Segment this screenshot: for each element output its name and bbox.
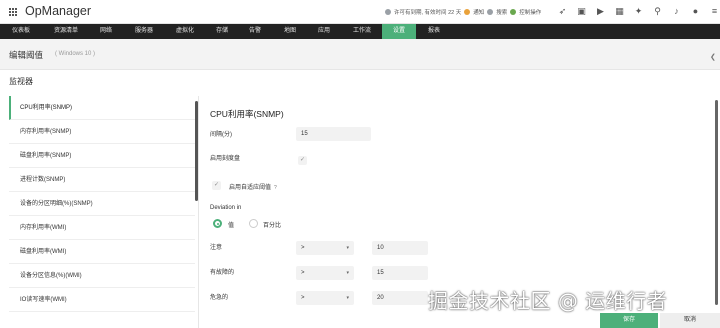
page-title: 编辑阈值 <box>9 50 44 60</box>
monitor-item-memory-wmi[interactable]: 内存利用率(WMI) <box>9 216 195 240</box>
nav-network[interactable]: 网络 <box>92 24 120 39</box>
critical-value-field[interactable]: 20 <box>372 291 428 305</box>
bell-icon[interactable]: ♪ <box>670 5 683 18</box>
monitor-item-cpu-snmp[interactable]: CPU利用率(SNMP) <box>9 96 195 120</box>
nav-alarms[interactable]: 告警 <box>241 24 269 39</box>
radio-percent[interactable] <box>249 219 258 228</box>
nav-virtualization[interactable]: 虚拟化 <box>168 24 202 39</box>
adaptive-threshold-text: 启用自适应阈值 <box>229 185 272 191</box>
user-icon[interactable]: ● <box>689 5 702 18</box>
top-icons: ➶ ▣ ▶ ▦ ✦ ⚲ ♪ ● ≡ <box>556 5 720 18</box>
monitor-item-disk-wmi[interactable]: 磁盘利用率(WMI) <box>9 240 195 264</box>
radio-value-label: 值 <box>228 223 235 229</box>
nav-settings[interactable]: 设置 <box>382 24 416 39</box>
attention-value-field[interactable]: 10 <box>372 241 428 255</box>
interval-label: 间隔(分) <box>210 132 232 138</box>
page-subtitle: ( Windows 10 ) <box>55 51 96 57</box>
nav-apps[interactable]: 应用 <box>310 24 338 39</box>
monitor-item-memory-snmp[interactable]: 内存利用率(SNMP) <box>9 120 195 144</box>
save-button[interactable]: 保存 <box>600 313 658 328</box>
adaptive-threshold-label: 启用自适应阈值? <box>229 182 277 191</box>
top-bar: OpManager 许可有到期, 有效时间 22 天 通知 搜索 控制操作 ➶ … <box>0 0 720 24</box>
app-grid-icon[interactable] <box>9 8 17 16</box>
monitor-item-partition-snmp[interactable]: 设备的分区明细(%)(SNMP) <box>9 192 195 216</box>
form-title: CPU利用率(SNMP) <box>210 109 284 119</box>
monitor-item-io-wmi[interactable]: IO读写速率(WMI) <box>9 288 195 312</box>
search-small-icon <box>487 9 494 15</box>
alerts-link[interactable]: 通知 <box>473 8 484 16</box>
critical-operator-value: > <box>301 295 305 301</box>
chevron-down-icon: ▾ <box>346 270 349 276</box>
top-info: 许可有到期, 有效时间 22 天 通知 搜索 控制操作 <box>385 8 541 16</box>
adaptive-threshold-checkbox[interactable]: ✓ <box>212 181 221 190</box>
rocket-icon[interactable]: ➶ <box>556 5 569 18</box>
interval-field[interactable]: 15 <box>296 127 371 141</box>
section-label: 监视器 <box>9 77 33 86</box>
search-link[interactable]: 搜索 <box>496 8 507 16</box>
critical-label: 危急的 <box>210 295 229 301</box>
monitor-icon[interactable]: ▣ <box>575 5 588 18</box>
content-scrollbar[interactable] <box>715 100 718 305</box>
monitor-item-partition-wmi[interactable]: 设备分区信息(%)(WMI) <box>9 264 195 288</box>
critical-operator-select[interactable]: > ▾ <box>296 291 354 305</box>
nav-storage[interactable]: 存储 <box>208 24 236 39</box>
grid-icon[interactable]: ▦ <box>613 5 626 18</box>
license-text[interactable]: 许可有到期, 有效时间 22 天 <box>394 8 461 16</box>
menu-icon[interactable]: ≡ <box>708 5 720 18</box>
trouble-label: 有故障的 <box>210 270 235 276</box>
page-header: 编辑阈值 ( Windows 10 ) ❮ <box>0 39 720 70</box>
task-icon <box>510 9 517 15</box>
trouble-value-field[interactable]: 15 <box>372 266 428 280</box>
monitor-item-process-snmp[interactable]: 进程计数(SNMP) <box>9 168 195 192</box>
radio-value[interactable] <box>213 219 222 228</box>
chevron-down-icon: ▾ <box>346 295 349 301</box>
collapse-icon[interactable]: ❮ <box>710 53 716 61</box>
trouble-operator-select[interactable]: > ▾ <box>296 266 354 280</box>
app-title[interactable]: OpManager <box>25 4 91 18</box>
attention-operator-select[interactable]: > ▾ <box>296 241 354 255</box>
attention-label: 注意 <box>210 245 223 251</box>
license-icon <box>385 9 391 15</box>
monitor-item-disk-snmp[interactable]: 磁盘利用率(SNMP) <box>9 144 195 168</box>
tasks-link[interactable]: 控制操作 <box>519 8 541 16</box>
nav-servers[interactable]: 服务器 <box>128 24 160 39</box>
watermark: 掘金技术社区 @ 运维行者 <box>428 289 668 313</box>
radio-percent-label: 百分比 <box>263 223 282 229</box>
nav-maps[interactable]: 地图 <box>276 24 304 39</box>
trouble-operator-value: > <box>301 270 305 276</box>
deviation-label: Deviation in <box>210 205 242 211</box>
attention-operator-value: > <box>301 245 305 251</box>
main-nav: 仪表板 资源清单 网络 服务器 虚拟化 存储 告警 地图 应用 工作流 设置 报… <box>0 24 720 39</box>
gift-icon[interactable]: ✦ <box>632 5 645 18</box>
nav-reports[interactable]: 报表 <box>420 24 448 39</box>
search-icon[interactable]: ⚲ <box>651 5 664 18</box>
nav-dashboard[interactable]: 仪表板 <box>4 24 38 39</box>
chevron-down-icon: ▾ <box>346 245 349 251</box>
nav-workflow[interactable]: 工作流 <box>345 24 379 39</box>
nav-inventory[interactable]: 资源清单 <box>46 24 86 39</box>
enable-gauge-checkbox[interactable]: ✓ <box>298 156 307 165</box>
sidebar-scrollbar[interactable] <box>195 101 198 201</box>
cancel-button[interactable]: 取消 <box>660 313 720 328</box>
alert-icon <box>464 9 471 15</box>
play-icon[interactable]: ▶ <box>594 5 607 18</box>
help-icon[interactable]: ? <box>274 185 277 191</box>
enable-gauge-label: 启用刻度盘 <box>210 156 241 162</box>
monitor-list: CPU利用率(SNMP) 内存利用率(SNMP) 磁盘利用率(SNMP) 进程计… <box>9 96 199 328</box>
